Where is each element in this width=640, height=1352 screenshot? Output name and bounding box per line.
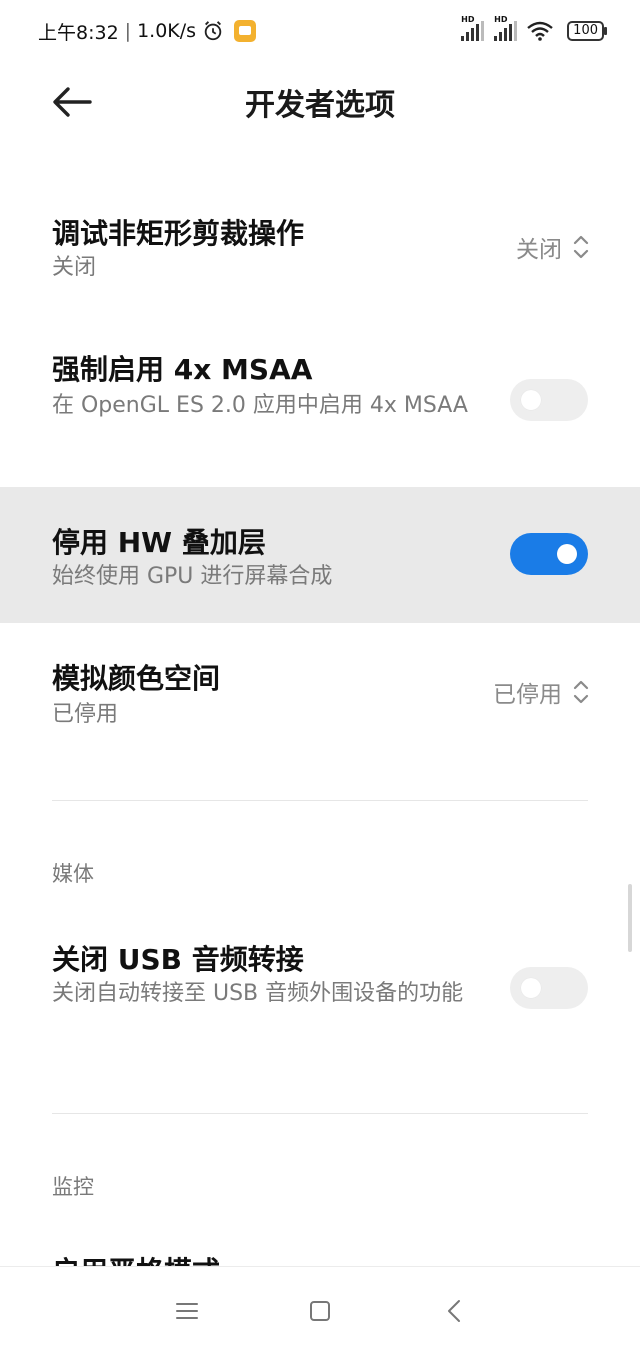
setting-subtitle: 始终使用 GPU 进行屏幕合成 xyxy=(52,564,333,589)
setting-value-select[interactable]: 已停用 xyxy=(493,675,590,709)
setting-subtitle: 关闭自动转接至 USB 音频外围设备的功能 xyxy=(52,981,464,1006)
up-down-chevron-icon xyxy=(573,680,589,704)
setting-row-msaa[interactable]: 强制启用 4x MSAA 在 OpenGL ES 2.0 应用中启用 4x MS… xyxy=(0,310,640,486)
setting-row-clip[interactable]: 调试非矩形剪裁操作 关闭 关闭 xyxy=(0,180,640,310)
notification-app-icon xyxy=(234,20,257,42)
section-divider xyxy=(52,1113,588,1114)
status-right: HD HD 100 xyxy=(461,15,607,41)
setting-value-select[interactable]: 关闭 xyxy=(516,230,590,264)
setting-row-color-space[interactable]: 模拟颜色空间 已停用 已停用 xyxy=(0,623,640,773)
wifi-icon xyxy=(527,21,553,41)
toggle-knob xyxy=(521,978,541,998)
status-bar: 上午8:32 | 1.0K/s HD HD 100 xyxy=(0,0,640,62)
signal-icon: HD xyxy=(494,15,518,41)
toggle-knob xyxy=(557,544,577,564)
setting-title: 关闭 USB 音频转接 xyxy=(52,943,304,976)
alarm-icon xyxy=(204,21,222,41)
setting-row-strict-mode[interactable]: 启用严格模式 xyxy=(0,1230,640,1266)
page-title: 开发者选项 xyxy=(245,88,395,123)
setting-title: 强制启用 4x MSAA xyxy=(52,353,313,386)
back-chevron-icon[interactable] xyxy=(432,1289,476,1333)
network-speed: 1.0K/s xyxy=(137,20,197,42)
setting-value: 关闭 xyxy=(516,237,562,263)
signal-icon: HD xyxy=(461,15,485,41)
section-divider xyxy=(52,800,588,801)
status-separator: | xyxy=(124,20,132,42)
setting-title: 调试非矩形剪裁操作 xyxy=(52,217,305,250)
scrollbar[interactable] xyxy=(628,884,632,952)
section-label-media: 媒体 xyxy=(52,862,94,886)
setting-title: 启用严格模式 xyxy=(52,1250,220,1266)
setting-title: 模拟颜色空间 xyxy=(52,662,221,695)
home-square-icon[interactable] xyxy=(298,1289,342,1333)
msaa-toggle[interactable] xyxy=(510,379,588,421)
header: 开发者选项 xyxy=(0,62,640,142)
hd-label: HD xyxy=(494,15,508,24)
setting-row-hw-overlay[interactable]: 停用 HW 叠加层 始终使用 GPU 进行屏幕合成 xyxy=(0,487,640,623)
toggle-knob xyxy=(521,390,541,410)
menu-icon[interactable] xyxy=(165,1289,209,1333)
setting-value: 已停用 xyxy=(493,682,562,708)
battery-icon: 100 xyxy=(567,21,607,41)
status-left: 上午8:32 | 1.0K/s xyxy=(38,18,257,45)
setting-subtitle: 在 OpenGL ES 2.0 应用中启用 4x MSAA xyxy=(52,393,468,418)
status-time: 上午8:32 xyxy=(38,21,119,44)
hw-overlay-toggle[interactable] xyxy=(510,533,588,575)
setting-subtitle: 已停用 xyxy=(52,702,119,727)
up-down-chevron-icon xyxy=(573,235,589,259)
hd-label: HD xyxy=(461,15,475,24)
usb-audio-toggle[interactable] xyxy=(510,967,588,1009)
setting-title: 停用 HW 叠加层 xyxy=(52,526,266,559)
section-label-monitor: 监控 xyxy=(52,1175,94,1199)
setting-row-usb-audio[interactable]: 关闭 USB 音频转接 关闭自动转接至 USB 音频外围设备的功能 xyxy=(0,900,640,1080)
setting-subtitle: 关闭 xyxy=(52,255,97,280)
navigation-bar xyxy=(0,1266,640,1352)
